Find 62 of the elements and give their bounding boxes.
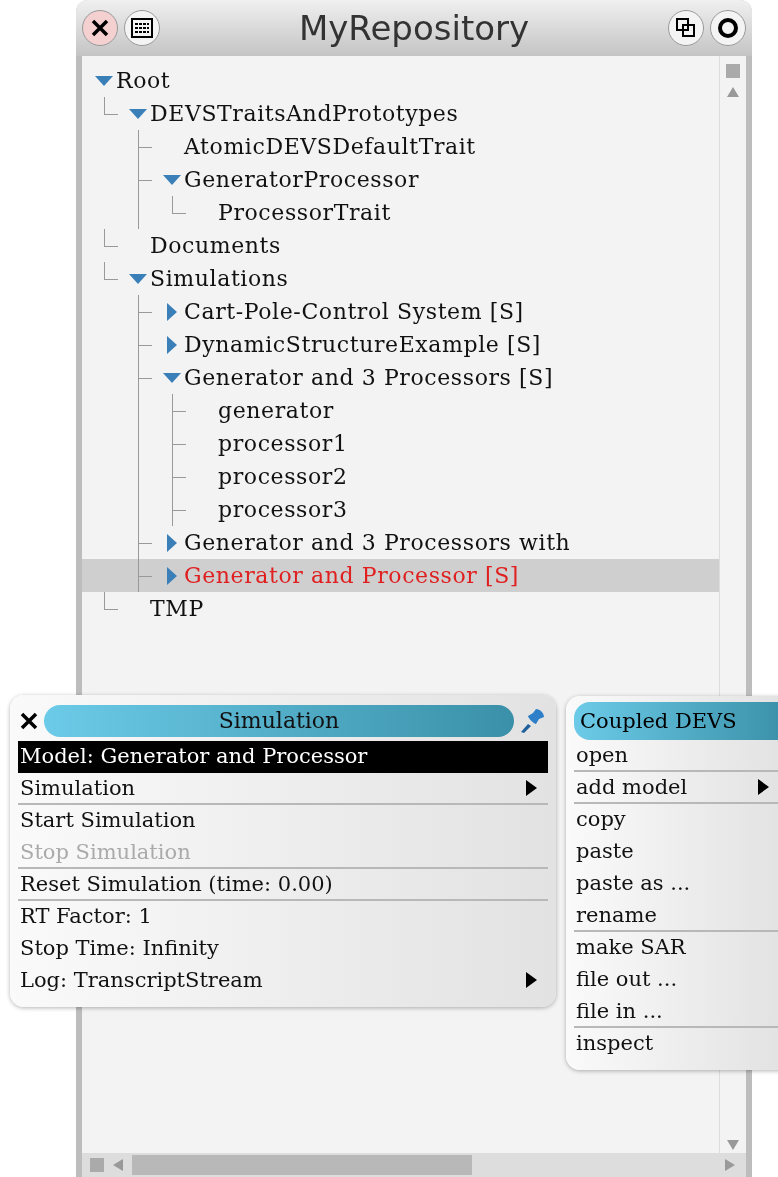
menu-item[interactable]: Stop Time: Infinity <box>18 933 548 965</box>
menu-item[interactable]: copy <box>574 804 778 836</box>
tree-item[interactable]: Documents <box>82 229 719 262</box>
tree-item-label: DynamicStructureExample [S] <box>184 332 542 357</box>
submenu-arrow-icon <box>524 971 538 989</box>
tree-item[interactable]: processor2 <box>82 460 719 493</box>
tree-item-label: Generator and 3 Processors [S] <box>184 365 554 390</box>
tree-item-label: processor3 <box>218 497 348 522</box>
tree-item[interactable]: Generator and 3 Processors [S] <box>82 361 719 394</box>
menu-item[interactable]: Reset Simulation (time: 0.00) <box>18 869 548 901</box>
tree-item-label: TMP <box>150 596 204 621</box>
menu-item[interactable]: open <box>574 740 778 772</box>
submenu-arrow-icon <box>524 779 538 797</box>
menu-item[interactable]: Simulation <box>18 773 548 805</box>
close-icon[interactable] <box>18 710 40 732</box>
menu-item[interactable]: paste as ... <box>574 868 778 900</box>
menu-item[interactable]: file out ... <box>574 964 778 996</box>
tree-item[interactable]: ProcessorTrait <box>82 196 719 229</box>
tree-item-label: GeneratorProcessor <box>184 167 420 192</box>
menu-item[interactable]: make SAR <box>574 932 778 964</box>
tree-item-label: Documents <box>150 233 281 258</box>
tree-item-label: generator <box>218 398 334 423</box>
tree-item[interactable]: processor3 <box>82 493 719 526</box>
menu-item[interactable]: add model <box>574 772 778 804</box>
menu-item[interactable]: file in ... <box>574 996 778 1028</box>
tree-item[interactable]: DEVSTraitsAndPrototypes <box>82 97 719 130</box>
tree-item-label: Root <box>116 68 171 93</box>
tree-item[interactable]: AtomicDEVSDefaultTrait <box>82 130 719 163</box>
menu-title: Coupled DEVS <box>574 702 778 740</box>
menu-item[interactable]: Start Simulation <box>18 805 548 837</box>
tree-item[interactable]: DynamicStructureExample [S] <box>82 328 719 361</box>
expand-icon[interactable] <box>710 10 746 46</box>
tree-item[interactable]: generator <box>82 394 719 427</box>
tree-item-label: Simulations <box>150 266 289 291</box>
tree-item[interactable]: TMP <box>82 592 719 625</box>
menu-item[interactable]: paste <box>574 836 778 868</box>
tree-item[interactable]: GeneratorProcessor <box>82 163 719 196</box>
tree-item-label: Cart-Pole-Control System [S] <box>184 299 524 324</box>
tree-item-label: processor1 <box>218 431 348 456</box>
scroll-thumb[interactable] <box>132 1155 472 1175</box>
submenu-arrow-icon <box>756 778 770 796</box>
tree-item-label: Generator and 3 Processors with <box>184 530 571 555</box>
tree-item-label: DEVSTraitsAndPrototypes <box>150 101 459 126</box>
window-menu-icon[interactable] <box>124 10 160 46</box>
tree-item-label: Generator and Processor [S] <box>184 563 520 588</box>
menu-item[interactable]: inspect <box>574 1028 778 1060</box>
tree-item-label: ProcessorTrait <box>218 200 391 225</box>
menu-item[interactable]: Model: Generator and Processor <box>18 741 548 773</box>
tree-item[interactable]: Root <box>82 64 719 97</box>
tree-item-label: AtomicDEVSDefaultTrait <box>184 134 476 159</box>
collapse-icon[interactable] <box>668 10 704 46</box>
tree-item-label: processor2 <box>218 464 348 489</box>
tree-item[interactable]: Simulations <box>82 262 719 295</box>
tree-item[interactable]: processor1 <box>82 427 719 460</box>
menu-title: Simulation <box>44 705 514 737</box>
tree-item[interactable]: Cart-Pole-Control System [S] <box>82 295 719 328</box>
horizontal-scrollbar[interactable] <box>82 1153 746 1177</box>
close-icon[interactable] <box>82 10 118 46</box>
menu-item[interactable]: Log: TranscriptStream <box>18 965 548 997</box>
window-title: MyRepository <box>297 8 531 48</box>
menu-item[interactable]: RT Factor: 1 <box>18 901 548 933</box>
menu-item[interactable]: rename <box>574 900 778 932</box>
